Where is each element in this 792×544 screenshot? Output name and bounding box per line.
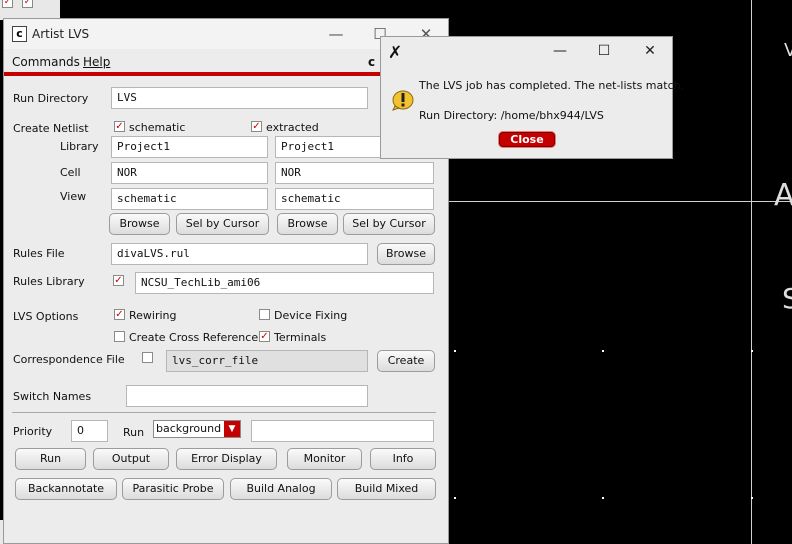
switch-names-field[interactable] [126,385,368,407]
schematic-library-field[interactable]: Project1 [111,136,268,158]
dialog-close-x-button[interactable]: ✕ [635,40,665,62]
backannotate-button[interactable]: Backannotate [15,478,117,500]
run-mode-label: Run [123,426,145,439]
priority-label: Priority [13,425,53,438]
extracted-sel-by-cursor-button[interactable]: Sel by Cursor [343,213,435,235]
schematic-cell-field[interactable]: NOR [111,162,268,184]
dialog-maximize-button[interactable]: ☐ [589,40,619,62]
run-mode-dropdown[interactable]: background ▼ [153,420,241,438]
schematic-view-field[interactable]: schematic [111,188,268,210]
cross-reference-checkbox[interactable] [114,331,125,342]
rewiring-checkbox[interactable]: ✓ [114,309,125,320]
lvs-complete-dialog: ✗ — ☐ ✕ The LVS job has completed. The n… [380,36,684,159]
build-mixed-button[interactable]: Build Mixed [337,478,436,500]
rules-file-field[interactable]: divaLVS.rul [111,243,368,265]
run-directory-label: Run Directory [13,92,89,105]
extracted-browse-button[interactable]: Browse [277,213,338,235]
switch-names-label: Switch Names [13,390,92,403]
schematic-checkbox-label: schematic [129,121,186,134]
rules-file-browse-button[interactable]: Browse [377,243,435,265]
x-logo-icon: ✗ [388,43,403,63]
dialog-minimize-button[interactable]: — [545,40,575,62]
canvas-axis-horizontal [449,201,792,202]
grid-dot [751,497,753,499]
grid-dot [454,350,456,352]
create-correspondence-button[interactable]: Create [377,350,435,372]
grid-dot [454,497,456,499]
menu-partial: c [368,55,376,69]
dialog-close-button[interactable]: Close [499,132,555,147]
terminals-checkbox[interactable]: ✓ [259,331,270,342]
warning-icon [392,90,414,111]
grid-dot [602,497,604,499]
minimize-button[interactable]: — [322,23,350,45]
dialog-run-directory: Run Directory: /home/bhx944/LVS [419,109,604,122]
section-divider [12,412,436,413]
correspondence-file-checkbox[interactable] [142,352,153,363]
rules-file-label: Rules File [13,247,65,260]
background-checkbox: ✓ [2,0,13,8]
canvas-edge-label: A [774,178,792,213]
build-analog-button[interactable]: Build Analog [230,478,332,500]
extracted-checkbox[interactable]: ✓ [251,121,262,132]
cadence-icon: c [12,26,27,42]
error-display-button[interactable]: Error Display [176,448,277,470]
background-checkbox: ✓ [22,0,33,8]
library-label: Library [60,140,99,153]
correspondence-file-field[interactable]: lvs_corr_file [166,350,368,372]
rules-library-field[interactable]: NCSU_TechLib_ami06 [135,272,434,294]
canvas-edge-label: V [784,40,792,61]
device-fixing-label: Device Fixing [274,309,348,322]
canvas-edge-label: S [782,282,792,315]
rewiring-label: Rewiring [129,309,177,322]
cell-label: Cell [60,166,81,179]
output-button[interactable]: Output [93,448,169,470]
device-fixing-checkbox[interactable] [259,309,270,320]
grid-dot [602,350,604,352]
parasitic-probe-button[interactable]: Parasitic Probe [122,478,224,500]
schematic-sel-by-cursor-button[interactable]: Sel by Cursor [176,213,269,235]
extracted-cell-field[interactable]: NOR [275,162,434,184]
info-button[interactable]: Info [370,448,436,470]
cross-reference-label: Create Cross Reference [129,331,259,344]
rules-library-label: Rules Library [13,275,85,288]
priority-field[interactable]: 0 [71,420,108,442]
schematic-browse-button[interactable]: Browse [109,213,170,235]
lvs-options-label: LVS Options [13,310,79,323]
extracted-view-field[interactable]: schematic [275,188,434,210]
terminals-label: Terminals [274,331,327,344]
correspondence-file-label: Correspondence File [13,353,125,366]
rules-library-checkbox[interactable]: ✓ [113,275,124,286]
chevron-down-icon[interactable]: ▼ [224,421,240,437]
grid-dot [751,350,753,352]
view-label: View [60,190,87,203]
menu-commands[interactable]: Commands [12,55,80,69]
schematic-checkbox[interactable]: ✓ [114,121,125,132]
monitor-button[interactable]: Monitor [287,448,362,470]
run-directory-field[interactable]: LVS [111,87,368,109]
run-button[interactable]: Run [15,448,86,470]
window-title: Artist LVS [32,27,90,41]
canvas-axis-vertical [751,0,752,544]
run-mode-selected: background [156,422,222,435]
background-window-strip: ✓ ✓ [0,0,60,20]
extracted-checkbox-label: extracted [266,121,319,134]
dialog-message: The LVS job has completed. The net-lists… [419,79,685,92]
run-mode-extra-field[interactable] [251,420,434,442]
menu-help[interactable]: Help [83,55,110,69]
create-netlist-label: Create Netlist [13,122,89,135]
